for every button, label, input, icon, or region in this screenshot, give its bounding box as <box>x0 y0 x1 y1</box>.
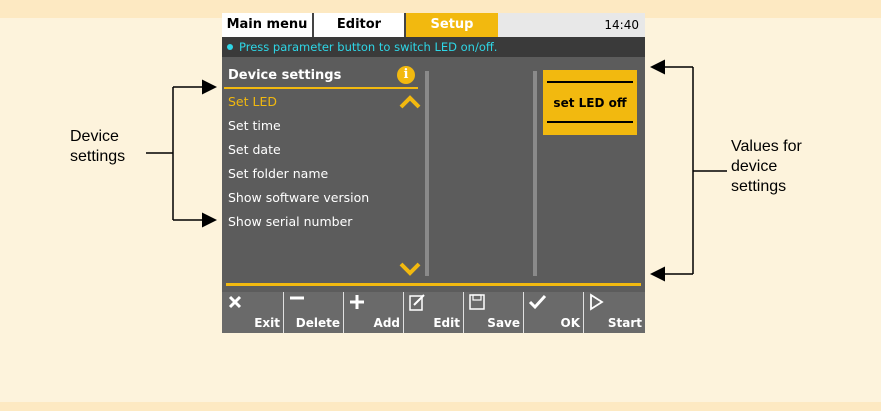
left-bracket-arrows <box>146 79 217 228</box>
annotation-arrows <box>146 59 727 282</box>
right-bracket-arrows <box>650 59 727 282</box>
